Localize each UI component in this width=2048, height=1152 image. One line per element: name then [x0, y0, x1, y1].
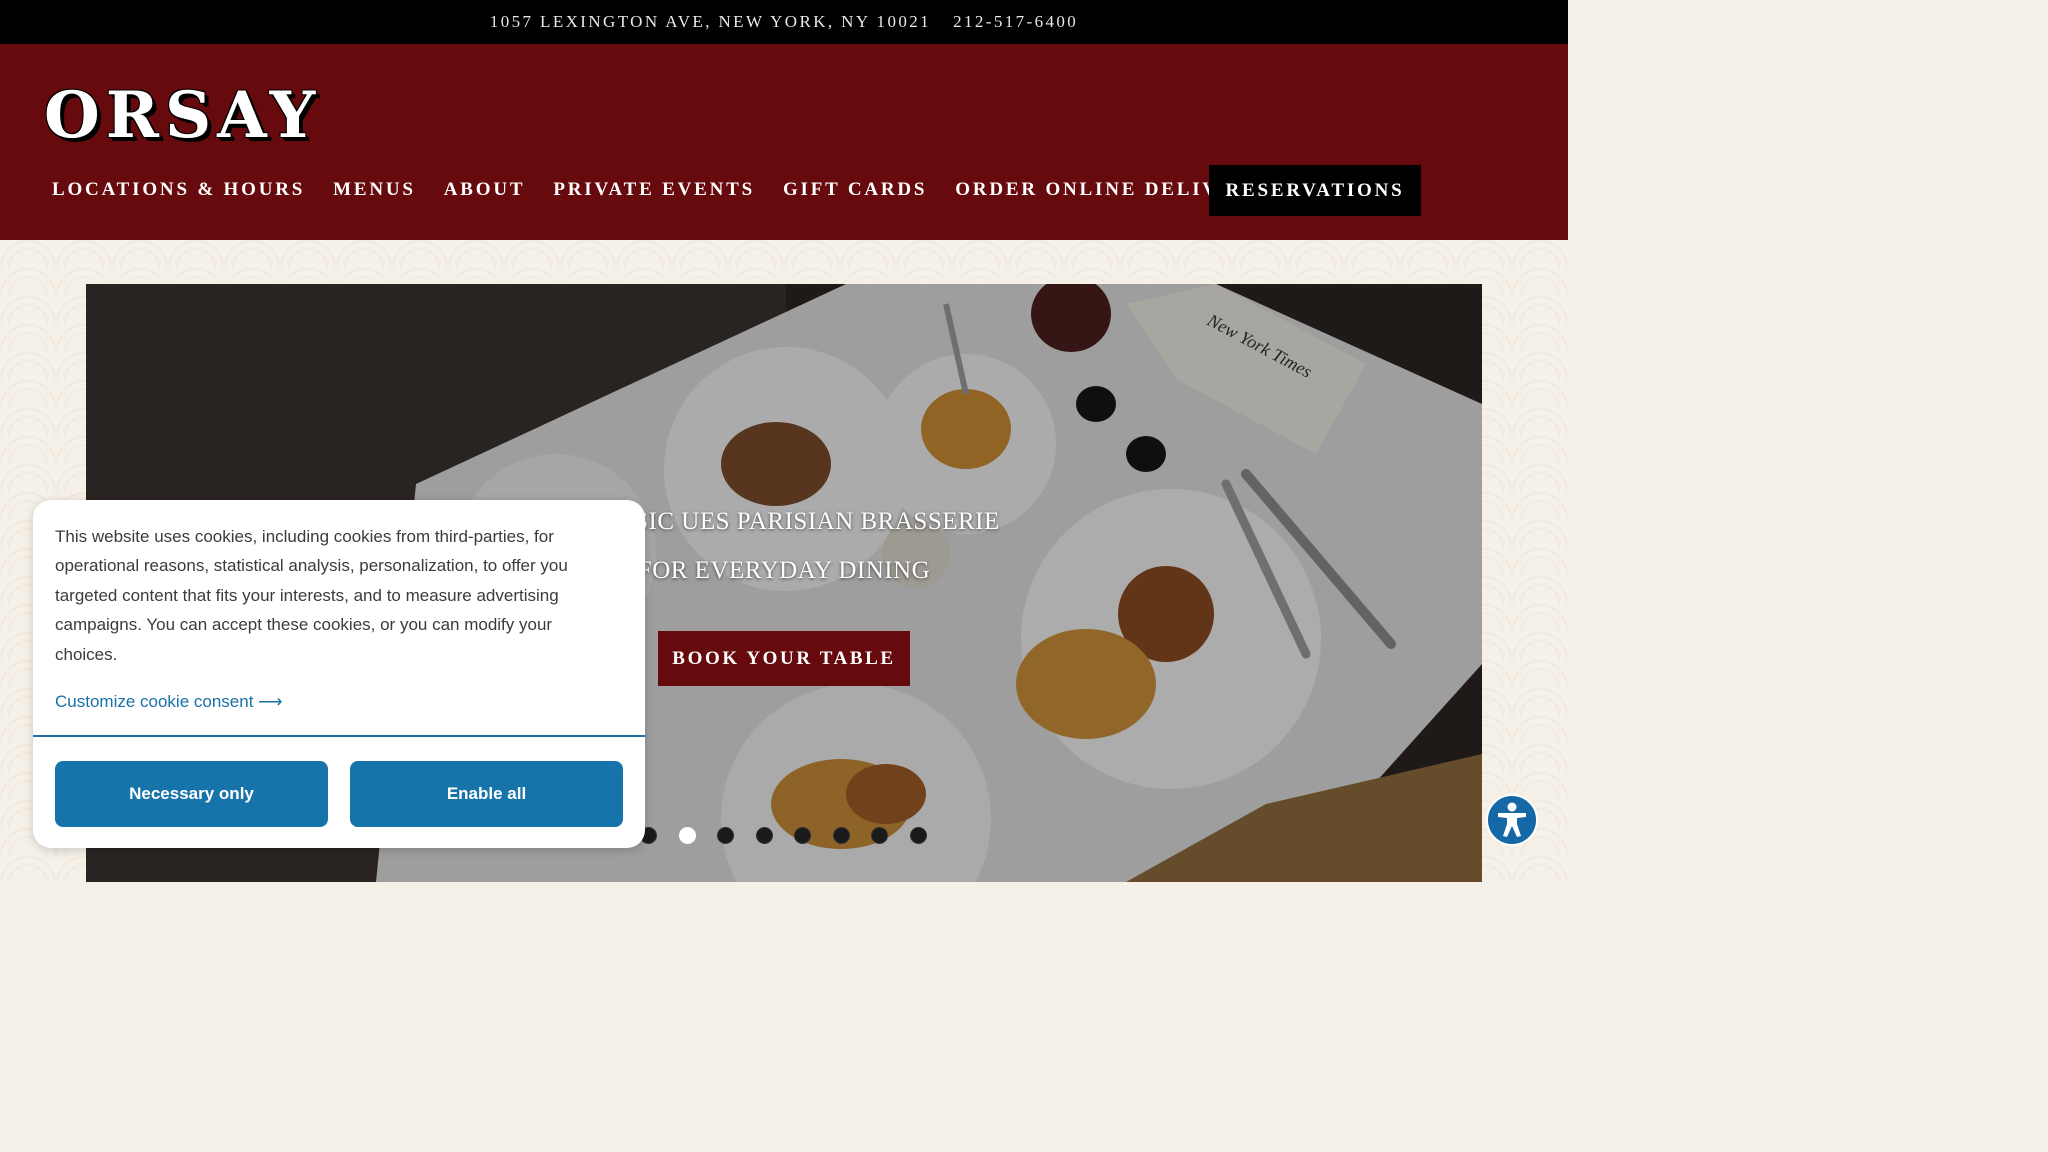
slide-dot-5[interactable]	[794, 827, 811, 844]
nav-gift-cards[interactable]: GIFT CARDS	[769, 179, 941, 201]
slide-dot-7[interactable]	[871, 827, 888, 844]
nav-private-events[interactable]: PRIVATE EVENTS	[539, 179, 769, 201]
slide-dot-8[interactable]	[909, 827, 927, 844]
phone-link[interactable]: 212-517-6400	[953, 12, 1078, 32]
cookie-divider	[33, 735, 645, 737]
site-header: ORSAY LOCATIONS & HOURS MENUS ABOUT PRIV…	[0, 44, 1568, 240]
nav-locations-hours[interactable]: LOCATIONS & HOURS	[38, 179, 319, 201]
necessary-only-button[interactable]: Necessary only	[55, 761, 328, 827]
slide-dot-2[interactable]	[678, 827, 696, 844]
cookie-consent-banner: This website uses cookies, including coo…	[33, 500, 645, 848]
customize-cookie-label: Customize cookie consent	[55, 692, 254, 711]
nav-about[interactable]: ABOUT	[430, 179, 540, 201]
address-text: 1057 LEXINGTON AVE, NEW YORK, NY 10021	[489, 12, 932, 31]
customize-cookie-link[interactable]: Customize cookie consent ⟶	[55, 692, 283, 712]
slide-dot-4[interactable]	[755, 827, 773, 844]
accessibility-button[interactable]	[1486, 794, 1538, 846]
slide-dot-6[interactable]	[832, 827, 850, 844]
reservations-button[interactable]: RESERVATIONS	[1209, 165, 1421, 216]
top-info-bar: 1057 LEXINGTON AVE, NEW YORK, NY 10021 2…	[0, 0, 1568, 44]
site-logo[interactable]: ORSAY	[44, 84, 321, 148]
slide-dot-3[interactable]	[717, 827, 734, 844]
slide-indicator	[640, 827, 948, 844]
main-nav: LOCATIONS & HOURS MENUS ABOUT PRIVATE EV…	[38, 164, 1281, 216]
nav-menus[interactable]: MENUS	[319, 179, 430, 201]
cookie-message: This website uses cookies, including coo…	[55, 527, 568, 664]
enable-all-button[interactable]: Enable all	[350, 761, 623, 827]
book-your-table-button[interactable]: BOOK YOUR TABLE	[658, 631, 910, 686]
accessibility-icon	[1498, 802, 1526, 837]
arrow-right-icon: ⟶	[258, 692, 283, 711]
